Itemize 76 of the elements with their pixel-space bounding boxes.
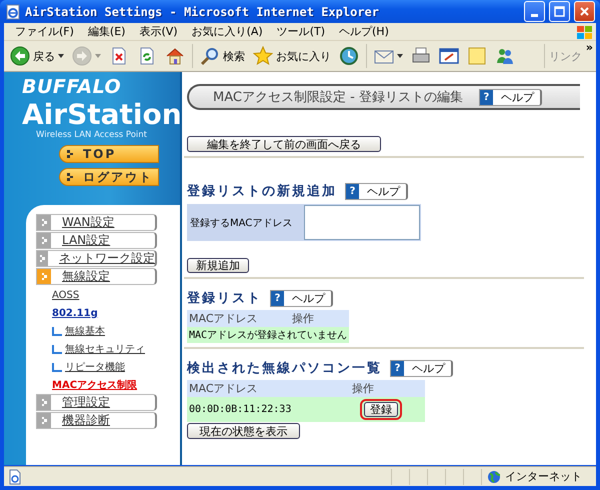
minimize-icon [531,14,538,17]
nav-button[interactable]: ログアウト [59,168,159,186]
column-header: MACアドレス [187,310,290,327]
close-icon [578,5,591,18]
menu-item[interactable]: ファイル(F) [8,24,81,39]
help-button[interactable]: ? ヘルプ [270,290,333,306]
back-button[interactable]: 戻る [7,44,67,68]
brand-logo: BUFFALO [22,76,122,98]
bullet-icon [42,417,46,424]
sidebar-link[interactable]: リピータ機能 [65,360,125,374]
people-icon [495,46,515,66]
sidebar-item[interactable]: 機器診断 [36,412,157,429]
bullet-icon [42,237,46,244]
back-button[interactable]: 編集を終了して前の画面へ戻る [187,136,381,152]
input-field[interactable] [304,205,420,240]
tagline: Wireless LAN Access Point [36,130,148,140]
minimize-button[interactable] [524,1,545,22]
menu-item[interactable]: 編集(E) [80,24,132,39]
maximize-icon [553,5,566,18]
menu-item[interactable]: 表示(V) [132,24,185,39]
register-button[interactable]: 登録 [364,402,398,417]
bullet-icon [67,173,73,181]
bullet-icon [42,399,46,406]
sidebar-link[interactable]: 無線セキュリティ [65,342,145,356]
favorites-button[interactable]: お気に入り [250,44,334,68]
sidebar-item[interactable]: 無線設定 [36,268,157,285]
bullet-icon [42,219,46,226]
sidebar-link[interactable]: 802.11g [36,304,180,322]
column-header: MACアドレス [187,380,350,397]
section-heading: 登録リスト [187,290,262,307]
search-icon [200,46,220,66]
window-title: AirStation Settings - Microsoft Internet Explorer [25,4,380,18]
status-text: インターネット [505,469,582,484]
sidebar-item[interactable]: LAN設定 [36,232,157,249]
menu-item[interactable]: ヘルプ(H) [332,24,396,39]
sidebar-link[interactable]: AOSS [36,286,180,304]
star-icon [253,46,273,66]
bullet-icon [42,273,46,280]
help-button[interactable]: ? ヘルプ [478,88,542,106]
help-button[interactable]: ? ヘルプ [345,182,408,200]
product-logo: AirStation [22,100,180,130]
help-button[interactable]: ? ヘルプ [390,360,453,376]
chevron-button[interactable]: » [586,41,596,54]
caret-icon [95,54,101,58]
caret-icon [58,54,64,58]
section-heading: 登録リストの新規追加 [187,182,337,200]
add-button[interactable]: 新規追加 [187,258,249,273]
nav-button[interactable]: TOP [59,145,159,163]
table-cell: 00:0D:0B:11:22:33 [187,397,350,422]
sidebar-item[interactable]: 管理設定 [36,394,157,411]
menu-item[interactable]: ツール(T) [270,24,332,39]
bullet-icon [67,150,73,158]
close-button[interactable] [574,1,595,22]
caret-icon [397,54,403,58]
maximize-button[interactable] [549,1,570,22]
bullet-icon [40,255,45,262]
section-heading: 検出された無線パソコン一覧 [187,360,382,377]
table-cell: MACアドレスが登録されていません [187,327,350,343]
sidebar-link[interactable]: 無線基本 [65,324,105,338]
edit-icon [439,46,459,66]
column-header: 操作 [350,380,425,397]
note-icon [467,46,487,66]
sidebar-item[interactable]: ネットワーク設定 [36,250,157,267]
history-icon [339,46,359,66]
page-title: MACアクセス制限設定 - 登録リストの編集 [213,89,463,106]
field-label: 登録するMACアドレス [187,204,303,241]
sidebar-link[interactable]: MACアクセス制限 [36,376,180,394]
search-button[interactable]: 検索 [197,44,248,68]
column-header: 操作 [290,310,350,327]
globe-icon [487,470,501,484]
page-icon [7,468,23,484]
browser-icon [5,4,21,20]
sidebar-item[interactable]: WAN設定 [36,214,157,231]
menu-item[interactable]: お気に入り(A) [184,24,270,39]
home-icon [165,46,185,66]
refresh-button[interactable]: 現在の状態を表示 [187,423,300,439]
